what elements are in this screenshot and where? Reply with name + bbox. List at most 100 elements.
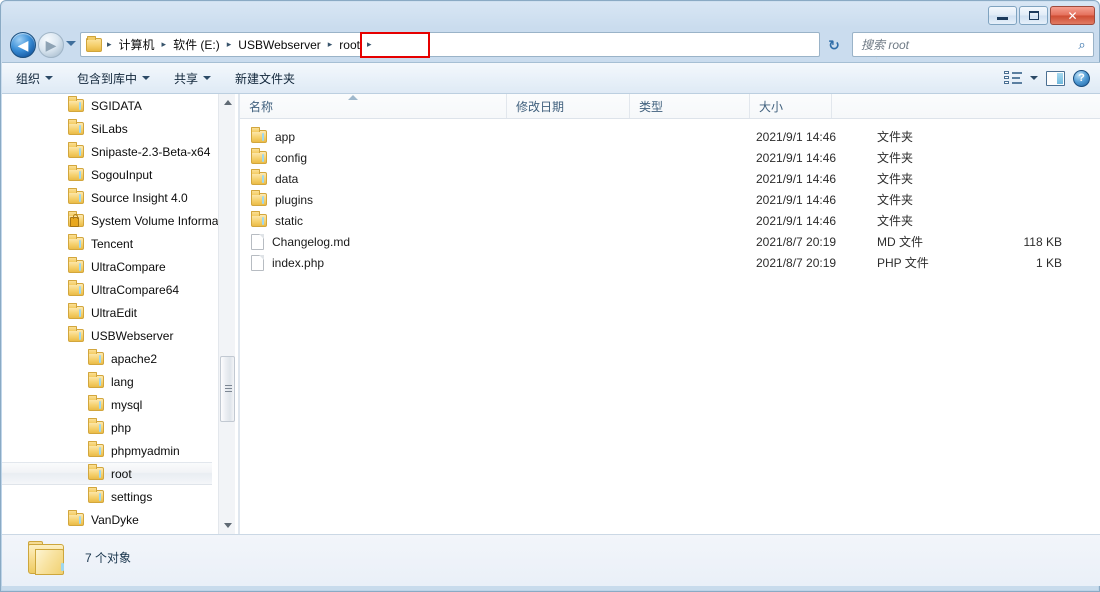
sidebar-item-label: UltraCompare64 xyxy=(91,282,180,297)
file-name-cell: index.php xyxy=(251,254,324,271)
breadcrumb-item-root[interactable]: root xyxy=(335,36,364,54)
sidebar-item-apache2[interactable]: apache2 xyxy=(2,347,238,370)
file-type-cell: 文件夹 xyxy=(877,193,914,207)
folder-icon xyxy=(68,188,84,204)
help-button[interactable]: ? xyxy=(1073,66,1090,90)
show-preview-pane-button[interactable] xyxy=(1046,66,1065,90)
column-header-type[interactable]: 类型 xyxy=(630,94,750,118)
file-date-cell: 2021/9/1 14:46 xyxy=(756,171,837,186)
minimize-button[interactable] xyxy=(988,6,1017,25)
breadcrumb-item-usbwebserver[interactable]: USBWebserver xyxy=(234,36,324,54)
breadcrumb-separator-icon[interactable]: ▸ xyxy=(224,39,235,50)
breadcrumb-folder-icon[interactable] xyxy=(86,35,102,52)
sidebar-item-sgidata[interactable]: SGIDATA xyxy=(2,94,238,117)
folder-icon xyxy=(88,395,104,411)
back-button[interactable]: ◀ xyxy=(10,32,36,58)
sidebar-item-ultracompare[interactable]: UltraCompare xyxy=(2,255,238,278)
column-header-name[interactable]: 名称 xyxy=(240,94,507,118)
scroll-up-button[interactable] xyxy=(219,94,236,111)
forward-button[interactable]: ▶ xyxy=(38,32,64,58)
table-row[interactable]: plugins 2021/9/1 14:46 文件夹 xyxy=(240,189,1100,210)
sidebar-item-mysql[interactable]: mysql xyxy=(2,393,238,416)
breadcrumb-item-computer[interactable]: 计算机 xyxy=(115,34,159,55)
sidebar-item-tencent[interactable]: Tencent xyxy=(2,232,238,255)
table-row[interactable]: config 2021/9/1 14:46 文件夹 xyxy=(240,147,1100,168)
column-header-date[interactable]: 修改日期 xyxy=(507,94,630,118)
close-button[interactable]: ✕ xyxy=(1050,6,1095,25)
forward-arrow-icon: ▶ xyxy=(45,37,57,53)
navigation-pane-scrollbar[interactable] xyxy=(218,94,235,534)
sidebar-item-settings[interactable]: settings xyxy=(2,485,238,508)
change-view-button[interactable] xyxy=(1004,66,1022,90)
breadcrumb-separator-icon[interactable]: ▸ xyxy=(159,39,170,50)
search-input[interactable]: 搜索 root xyxy=(853,36,1071,53)
file-date-cell: 2021/9/1 14:46 xyxy=(756,129,837,144)
address-bar[interactable]: ▸ 计算机 ▸ 软件 (E:) ▸ USBWebserver ▸ root ▸ xyxy=(80,32,894,59)
file-list-pane[interactable]: 名称 修改日期 类型 大小 app 2021/9/1 14:46 文件夹 config… xyxy=(240,94,1100,534)
sidebar-item-ultraedit[interactable]: UltraEdit xyxy=(2,301,238,324)
sidebar-item-vandyke[interactable]: VanDyke xyxy=(2,508,238,531)
column-header-date-label: 修改日期 xyxy=(516,99,565,114)
folder-icon xyxy=(68,326,84,342)
file-name-cell: config xyxy=(251,148,308,165)
table-row[interactable]: app 2021/9/1 14:46 文件夹 xyxy=(240,126,1100,147)
scrollbar-thumb[interactable] xyxy=(220,356,235,422)
column-header-type-label: 类型 xyxy=(639,99,664,114)
chevron-down-icon xyxy=(1030,76,1038,80)
folder-icon xyxy=(88,349,104,365)
table-row[interactable]: index.php 2021/8/7 20:19 PHP 文件 1 KB xyxy=(240,252,1100,273)
organize-button[interactable]: 组织 xyxy=(6,66,63,90)
scroll-down-button[interactable] xyxy=(219,517,236,534)
table-row[interactable]: static 2021/9/1 14:46 文件夹 xyxy=(240,210,1100,231)
sidebar-item-label: VanDyke xyxy=(91,512,139,527)
sidebar-item-system-volume-informa[interactable]: System Volume Informa xyxy=(2,209,238,232)
new-folder-button[interactable]: 新建文件夹 xyxy=(225,66,305,90)
include-in-library-button[interactable]: 包含到库中 xyxy=(67,66,160,90)
folder-icon xyxy=(68,510,84,526)
refresh-button[interactable]: ↻ xyxy=(822,33,846,57)
folder-icon xyxy=(88,464,104,480)
table-row[interactable]: data 2021/9/1 14:46 文件夹 xyxy=(240,168,1100,189)
breadcrumb-separator-icon[interactable]: ▸ xyxy=(364,39,375,50)
new-folder-label: 新建文件夹 xyxy=(235,71,296,86)
sidebar-item-sogouinput[interactable]: SogouInput xyxy=(2,163,238,186)
sidebar-item-source-insight-4-0[interactable]: Source Insight 4.0 xyxy=(2,186,238,209)
sidebar-item-lang[interactable]: lang xyxy=(2,370,238,393)
column-header-name-label: 名称 xyxy=(249,99,274,114)
sidebar-item-label: php xyxy=(111,420,132,435)
sidebar-item-php[interactable]: php xyxy=(2,416,238,439)
breadcrumb-item-drive-e[interactable]: 软件 (E:) xyxy=(169,34,224,55)
file-icon xyxy=(251,254,264,271)
folder-tree: SGIDATA SiLabs Snipaste-2.3-Beta-x64 SogouI… xyxy=(2,94,238,531)
folder-preview-icon xyxy=(28,541,68,575)
folder-icon xyxy=(251,148,267,164)
breadcrumb-separator-icon[interactable]: ▸ xyxy=(325,39,336,50)
sidebar-item-label: SiLabs xyxy=(91,121,128,136)
recent-pages-chevron-down-icon[interactable] xyxy=(66,41,76,46)
change-view-dropdown[interactable] xyxy=(1030,66,1038,90)
lock-shackle-icon xyxy=(73,214,78,219)
table-row[interactable]: Changelog.md 2021/8/7 20:19 MD 文件 118 KB xyxy=(240,231,1100,252)
status-bar: 7 个对象 xyxy=(2,534,1100,586)
file-name-label: config xyxy=(275,150,308,165)
sidebar-item-silabs[interactable]: SiLabs xyxy=(2,117,238,140)
sidebar-item-ultracompare64[interactable]: UltraCompare64 xyxy=(2,278,238,301)
refresh-icon: ↻ xyxy=(828,36,840,53)
search-box[interactable]: 搜索 root ⌕ xyxy=(852,32,1094,57)
chevron-down-icon xyxy=(203,76,212,80)
file-name-label: static xyxy=(275,213,304,228)
sidebar-item-root[interactable]: root xyxy=(2,462,212,485)
chevron-down-icon xyxy=(142,76,151,80)
explorer-window: ✕ ◀ ▶ ▸ 计算机 ▸ 软件 (E:) ▸ USBWebserver ▸ r… xyxy=(0,0,1100,592)
sidebar-item-phpmyadmin[interactable]: phpmyadmin xyxy=(2,439,238,462)
maximize-button[interactable] xyxy=(1019,6,1048,25)
sidebar-item-snipaste-2-3-beta-x64[interactable]: Snipaste-2.3-Beta-x64 xyxy=(2,140,238,163)
breadcrumb-separator-icon[interactable]: ▸ xyxy=(104,39,115,50)
sidebar-item-label: apache2 xyxy=(111,351,158,366)
folder-icon xyxy=(88,372,104,388)
sidebar-item-usbwebserver[interactable]: USBWebserver xyxy=(2,324,238,347)
navigation-pane[interactable]: SGIDATA SiLabs Snipaste-2.3-Beta-x64 SogouI… xyxy=(2,94,238,534)
share-with-button[interactable]: 共享 xyxy=(164,66,221,90)
column-header-size[interactable]: 大小 xyxy=(750,94,832,118)
file-date-cell: 2021/9/1 14:46 xyxy=(756,213,837,228)
